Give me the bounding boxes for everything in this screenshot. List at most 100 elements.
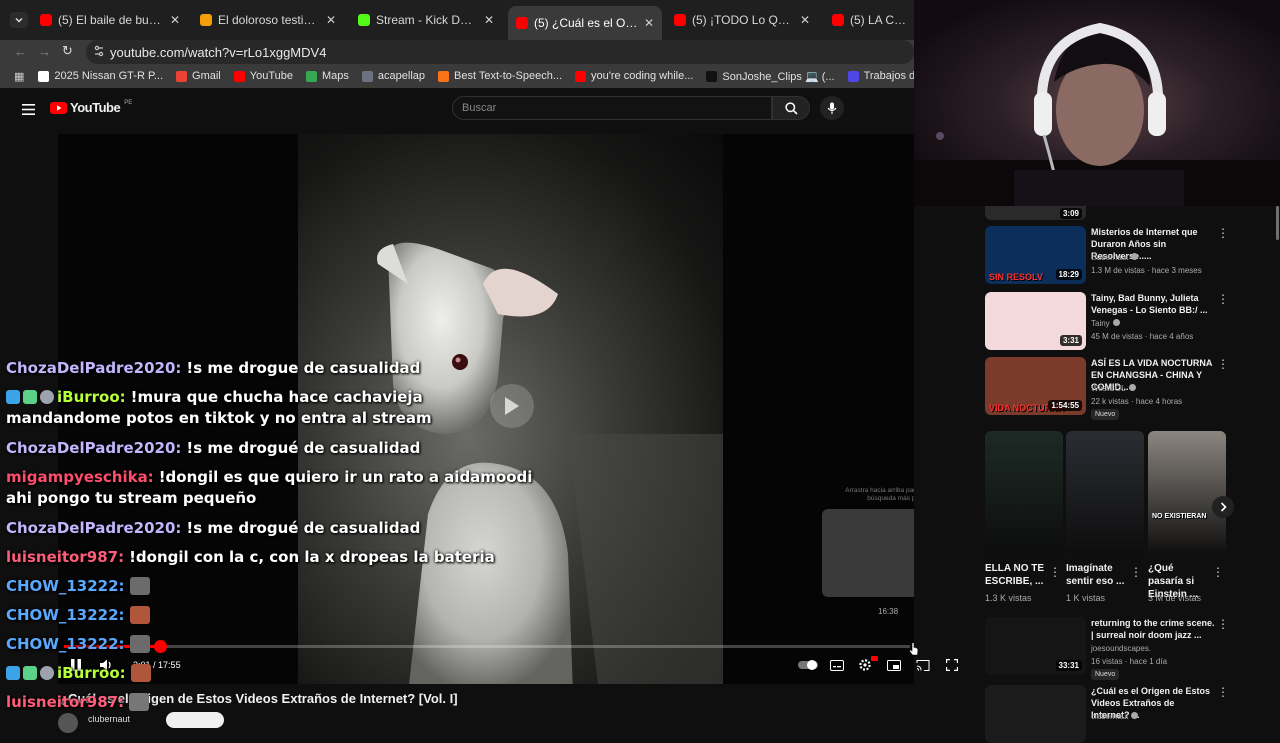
search-icon <box>784 101 798 115</box>
chat-username: luisneitor987: <box>6 548 125 566</box>
channel-name[interactable]: clubernaut <box>1091 253 1139 262</box>
youtube-logo[interactable]: YouTube PE <box>50 100 132 115</box>
video-thumbnail[interactable]: 3:09 <box>985 206 1086 220</box>
more-options-icon[interactable]: ⋮ <box>1130 565 1142 579</box>
chat-username: migampyeschika: <box>6 468 154 486</box>
video-title[interactable]: returning to the crime scene. | surreal … <box>1091 617 1215 641</box>
browser-tab[interactable]: (5) El baile de buti (4k en Navid ✕ <box>32 8 188 32</box>
short-views: 3 M de vistas <box>1148 593 1202 603</box>
video-thumbnail[interactable]: 33:31 <box>985 617 1086 675</box>
apps-grid-icon[interactable]: ▦ <box>14 70 24 83</box>
tab-title: Stream - Kick Dashboard <box>376 13 478 27</box>
autoplay-toggle[interactable] <box>798 656 818 674</box>
region-code: PE <box>124 99 133 106</box>
tab-close-icon[interactable]: ✕ <box>644 16 654 30</box>
bookmark-label: Gmail <box>192 70 221 82</box>
browser-tab[interactable]: Stream - Kick Dashboard ✕ <box>350 8 502 32</box>
tab-search-button[interactable] <box>10 12 28 28</box>
chat-text-continued: mandandome potos en tiktok y no entra al… <box>6 409 432 427</box>
tab-close-icon[interactable]: ✕ <box>484 13 494 27</box>
chat-text: !mura que chucha hace cachavieja <box>130 388 423 406</box>
chat-text: !s me drogué de casualidad <box>186 439 421 457</box>
more-options-icon[interactable]: ⋮ <box>1049 565 1061 579</box>
chat-message: ChozaDelPadre2020: !s me drogué de casual… <box>6 518 516 539</box>
voice-search-button[interactable] <box>820 96 844 120</box>
site-info-icon[interactable] <box>94 45 104 57</box>
short-title[interactable]: Imagínate sentir eso ... <box>1066 562 1126 588</box>
more-options-icon[interactable]: ⋮ <box>1217 357 1229 371</box>
bookmark-item[interactable]: acapellap <box>361 70 425 82</box>
short-thumbnail[interactable] <box>985 431 1063 556</box>
sub-badge-icon <box>23 666 37 680</box>
bookmark-label: YouTube <box>249 70 293 82</box>
browser-tab-strip: (5) El baile de buti (4k en Navid✕El dol… <box>0 0 914 40</box>
bookmarks-bar: ▦ 2025 Nissan GT-R P... Gmail YouTube Maps a… <box>0 64 1179 88</box>
video-thumbnail[interactable]: SIN RESOLV 18:29 <box>985 226 1086 284</box>
forward-icon[interactable]: → <box>38 44 51 59</box>
bookmark-favicon-icon <box>706 70 718 82</box>
menu-icon[interactable] <box>22 102 35 115</box>
video-thumbnail[interactable] <box>985 685 1086 743</box>
bookmark-item[interactable]: you're coding while... <box>575 70 693 82</box>
video-meta: 45 M de vistas · hace 4 años <box>1091 332 1194 341</box>
short-thumbnail[interactable]: NO EXISTIERAN <box>1148 431 1226 556</box>
video-title[interactable]: Tainy, Bad Bunny, Julieta Venegas - Lo S… <box>1091 292 1215 316</box>
subtitles-button[interactable] <box>827 656 847 674</box>
chat-message: iBurroo: !mura que chucha hace cachavieja… <box>6 387 516 429</box>
stream-chat-overlay: ChozaDelPadre2020: !s me drogue de casual… <box>0 358 532 720</box>
back-icon[interactable]: ← <box>14 44 27 59</box>
bookmark-label: Best Text-to-Speech... <box>454 70 563 82</box>
video-thumbnail[interactable]: 3:31 <box>985 292 1086 350</box>
bookmark-favicon-icon <box>361 70 373 82</box>
bookmark-item[interactable]: Best Text-to-Speech... <box>438 70 562 82</box>
shorts-next-button[interactable] <box>1212 496 1234 518</box>
webcam-overlay <box>914 0 1280 206</box>
tab-favicon-icon <box>358 14 370 26</box>
bookmark-item[interactable]: 2025 Nissan GT-R P... <box>38 70 163 82</box>
chevron-down-icon <box>15 17 23 23</box>
more-options-icon[interactable]: ⋮ <box>1212 565 1224 579</box>
chat-username: ChozaDelPadre2020: <box>6 359 182 377</box>
channel-name[interactable]: Tainy <box>1091 319 1120 328</box>
seek-preview-thumbnail <box>822 509 914 597</box>
youtube-play-icon <box>50 101 67 114</box>
browser-tab[interactable]: (5) ¿Cuál es el Origen de Estos ✕ <box>508 6 662 40</box>
verified-icon <box>1112 319 1120 326</box>
bookmark-item[interactable]: SonJoshe_Clips 💻 (... <box>706 70 835 83</box>
chevron-right-icon <box>1220 502 1227 512</box>
video-meta: 22 k vistas · hace 4 horas <box>1091 397 1183 406</box>
address-bar[interactable]: youtube.com/watch?v=rLo1xggMDV4 <box>86 40 914 64</box>
tab-favicon-icon <box>832 14 844 26</box>
youtube-logo-text: YouTube <box>70 100 121 115</box>
tab-close-icon[interactable]: ✕ <box>326 13 336 27</box>
channel-name-text: joesoundscapes. <box>1091 644 1152 653</box>
more-options-icon[interactable]: ⋮ <box>1217 617 1229 631</box>
more-options-icon[interactable]: ⋮ <box>1217 685 1229 699</box>
tab-close-icon[interactable]: ✕ <box>170 13 180 27</box>
bookmark-item[interactable]: YouTube <box>233 70 293 82</box>
tab-close-icon[interactable]: ✕ <box>800 13 810 27</box>
bookmark-favicon-icon <box>438 70 449 82</box>
channel-name[interactable]: WestCOL <box>1091 384 1136 393</box>
more-options-icon[interactable]: ⋮ <box>1217 226 1229 240</box>
fullscreen-button[interactable] <box>942 656 962 674</box>
short-title[interactable]: ELLA NO TE ESCRIBE, ... <box>985 562 1045 588</box>
streamer-webcam <box>914 22 1280 206</box>
search-button[interactable] <box>772 96 810 120</box>
miniplayer-button[interactable] <box>884 656 904 674</box>
bookmark-item[interactable]: Gmail <box>176 70 221 82</box>
bookmark-favicon-icon <box>233 70 245 82</box>
browser-tab[interactable]: (5) LA CRONOLOG <box>824 8 916 32</box>
page-scrollbar[interactable] <box>1276 206 1279 240</box>
browser-tab[interactable]: El doloroso testimonio del pad ✕ <box>192 8 344 32</box>
bookmark-item[interactable]: Maps <box>306 70 349 82</box>
browser-tab[interactable]: (5) ¡TODO Lo Que Necesitas Sa ✕ <box>666 8 818 32</box>
video-thumbnail[interactable]: VIDA NOCTURNA 1:54:55 <box>985 357 1086 415</box>
channel-name[interactable]: joesoundscapes. <box>1091 644 1151 653</box>
more-options-icon[interactable]: ⋮ <box>1217 292 1229 306</box>
reload-icon[interactable]: ↻ <box>62 43 73 59</box>
search-input[interactable]: Buscar <box>452 96 772 120</box>
chat-emote-icon <box>129 577 150 595</box>
settings-button[interactable] <box>855 656 878 674</box>
short-thumbnail[interactable] <box>1066 431 1144 556</box>
